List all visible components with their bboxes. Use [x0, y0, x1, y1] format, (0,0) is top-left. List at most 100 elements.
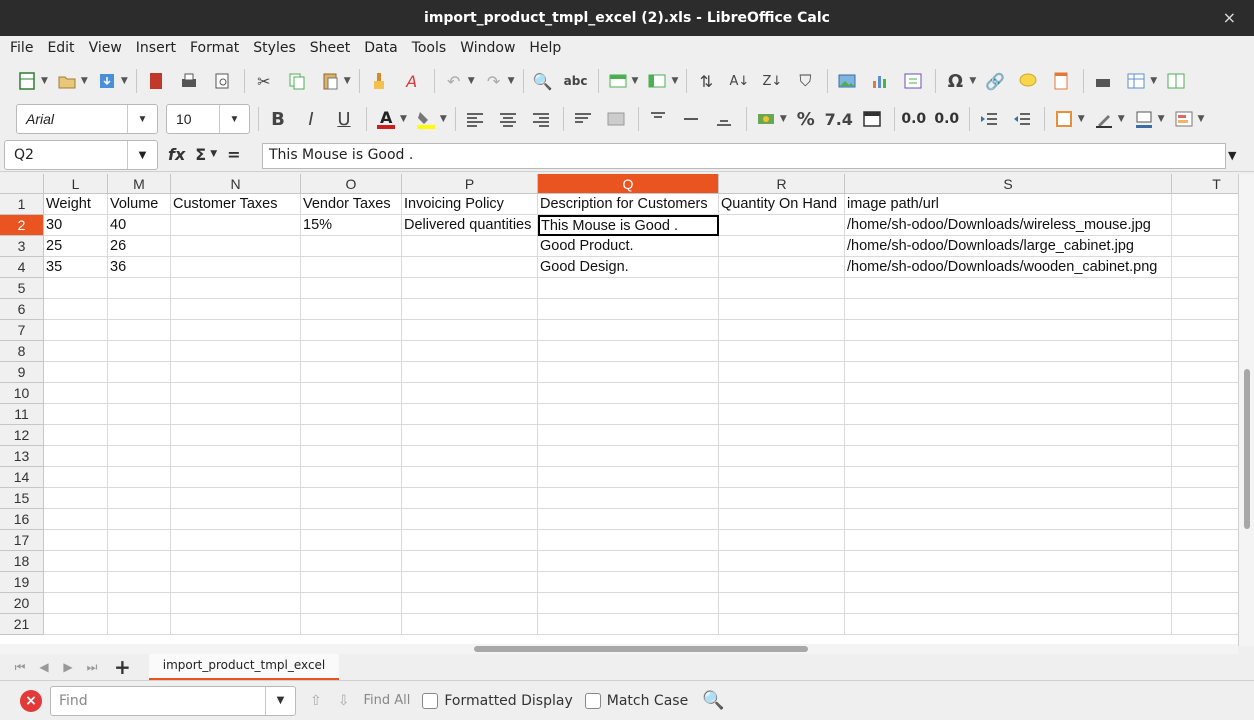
- merge-cells-icon[interactable]: [605, 108, 627, 130]
- column-header-r[interactable]: R: [719, 174, 845, 194]
- cell-m2[interactable]: 40: [108, 215, 171, 236]
- save-dropdown-icon[interactable]: ▼: [121, 76, 128, 86]
- redo-dropdown-icon[interactable]: ▼: [508, 76, 515, 86]
- cell-l13[interactable]: [44, 446, 108, 467]
- cell-s5[interactable]: [845, 278, 1172, 299]
- cell-m15[interactable]: [108, 488, 171, 509]
- cell-m11[interactable]: [108, 404, 171, 425]
- conditional-format-dropdown-icon[interactable]: ▼: [1198, 114, 1205, 124]
- cell-s18[interactable]: [845, 551, 1172, 572]
- cell-m6[interactable]: [108, 299, 171, 320]
- previous-sheet-icon[interactable]: ◀: [32, 660, 56, 674]
- cell-p21[interactable]: [402, 614, 538, 635]
- font-color-dropdown-icon[interactable]: ▼: [400, 114, 407, 124]
- cell-p4[interactable]: [402, 257, 538, 278]
- cell-r5[interactable]: [719, 278, 845, 299]
- cell-m5[interactable]: [108, 278, 171, 299]
- column-header-s[interactable]: S: [845, 174, 1172, 194]
- cell-r17[interactable]: [719, 530, 845, 551]
- border-style-dropdown-icon[interactable]: ▼: [1118, 114, 1125, 124]
- sum-dropdown-icon[interactable]: ▼: [210, 149, 217, 164]
- cell-r14[interactable]: [719, 467, 845, 488]
- cell-o11[interactable]: [301, 404, 402, 425]
- cell-n3[interactable]: [171, 236, 301, 257]
- cell-o19[interactable]: [301, 572, 402, 593]
- cell-o13[interactable]: [301, 446, 402, 467]
- cell-r8[interactable]: [719, 341, 845, 362]
- find-previous-icon[interactable]: ⇧: [310, 693, 322, 709]
- cell-o17[interactable]: [301, 530, 402, 551]
- wrap-text-icon[interactable]: [572, 108, 594, 130]
- row-header[interactable]: 12: [0, 425, 44, 446]
- copy-icon[interactable]: [286, 70, 308, 92]
- vertical-scrollbar[interactable]: [1238, 174, 1254, 646]
- cell-l6[interactable]: [44, 299, 108, 320]
- row-header[interactable]: 13: [0, 446, 44, 467]
- cell-r11[interactable]: [719, 404, 845, 425]
- align-center-icon[interactable]: [497, 108, 519, 130]
- menu-insert[interactable]: Insert: [136, 40, 176, 56]
- new-dropdown-icon[interactable]: ▼: [41, 76, 48, 86]
- cell-s10[interactable]: [845, 383, 1172, 404]
- cell-l17[interactable]: [44, 530, 108, 551]
- clone-formatting-icon[interactable]: [368, 70, 390, 92]
- cell-n21[interactable]: [171, 614, 301, 635]
- open-folder-icon[interactable]: [56, 70, 78, 92]
- cell-p2[interactable]: Delivered quantities: [402, 215, 538, 236]
- special-character-icon[interactable]: Ω: [944, 70, 966, 92]
- cell-r21[interactable]: [719, 614, 845, 635]
- cell-p18[interactable]: [402, 551, 538, 572]
- sort-icon[interactable]: ⇅: [695, 70, 717, 92]
- cell-m1[interactable]: Volume: [108, 194, 171, 215]
- cell-r6[interactable]: [719, 299, 845, 320]
- cell-s14[interactable]: [845, 467, 1172, 488]
- find-replace-icon[interactable]: 🔍: [532, 70, 554, 92]
- cell-r16[interactable]: [719, 509, 845, 530]
- cell-m19[interactable]: [108, 572, 171, 593]
- cell-s19[interactable]: [845, 572, 1172, 593]
- cell-q10[interactable]: [538, 383, 719, 404]
- cell-r13[interactable]: [719, 446, 845, 467]
- font-size-dropdown-icon[interactable]: ▼: [219, 105, 249, 133]
- cell-n5[interactable]: [171, 278, 301, 299]
- font-name-box[interactable]: Arial ▼: [16, 104, 158, 134]
- row-dropdown-icon[interactable]: ▼: [632, 76, 639, 86]
- cell-n17[interactable]: [171, 530, 301, 551]
- cell-q8[interactable]: [538, 341, 719, 362]
- borders-dropdown-icon[interactable]: ▼: [1078, 114, 1085, 124]
- spreadsheet-grid[interactable]: L M N O P Q R S T 1 2 3 4 5 6 7 8 9 10 1…: [0, 174, 1254, 646]
- row-header[interactable]: 7: [0, 320, 44, 341]
- insert-chart-icon[interactable]: [869, 70, 891, 92]
- date-format-icon[interactable]: [861, 108, 883, 130]
- select-all-corner[interactable]: [0, 174, 44, 194]
- cell-p11[interactable]: [402, 404, 538, 425]
- font-size-box[interactable]: 10 ▼: [166, 104, 250, 134]
- cell-p5[interactable]: [402, 278, 538, 299]
- split-window-icon[interactable]: [1165, 70, 1187, 92]
- cell-n6[interactable]: [171, 299, 301, 320]
- function-wizard-icon[interactable]: fx: [168, 145, 185, 164]
- border-style-icon[interactable]: [1093, 108, 1115, 130]
- font-color-icon[interactable]: A: [375, 108, 397, 130]
- cut-icon[interactable]: ✂: [253, 70, 275, 92]
- close-find-bar-icon[interactable]: ×: [20, 689, 42, 712]
- spelling-icon[interactable]: abc: [564, 70, 588, 92]
- cell-s13[interactable]: [845, 446, 1172, 467]
- cell-s16[interactable]: [845, 509, 1172, 530]
- cell-r18[interactable]: [719, 551, 845, 572]
- cell-p8[interactable]: [402, 341, 538, 362]
- align-right-icon[interactable]: [530, 108, 552, 130]
- cell-p20[interactable]: [402, 593, 538, 614]
- print-icon[interactable]: [178, 70, 200, 92]
- cell-q11[interactable]: [538, 404, 719, 425]
- next-sheet-icon[interactable]: ▶: [56, 660, 80, 674]
- row-header[interactable]: 19: [0, 572, 44, 593]
- cell-s4[interactable]: /home/sh-odoo/Downloads/wooden_cabinet.p…: [845, 257, 1172, 278]
- formula-input[interactable]: This Mouse is Good .: [262, 143, 1226, 169]
- row-header[interactable]: 15: [0, 488, 44, 509]
- cell-o8[interactable]: [301, 341, 402, 362]
- cell-n16[interactable]: [171, 509, 301, 530]
- cell-l21[interactable]: [44, 614, 108, 635]
- sort-ascending-icon[interactable]: A↓: [728, 70, 750, 92]
- menu-data[interactable]: Data: [364, 40, 397, 56]
